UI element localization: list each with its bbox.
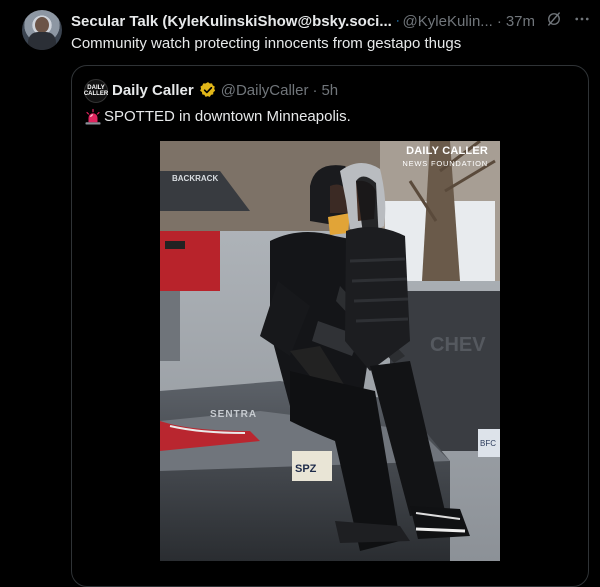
- photo-watermark: DAILY CALLER NEWS FOUNDATION: [402, 145, 488, 168]
- tweet-text: Community watch protecting innocents fro…: [71, 35, 462, 52]
- siren-emoji-icon: [85, 108, 101, 125]
- quoted-author-avatar[interactable]: DAILY CALLER: [84, 79, 108, 103]
- tweet[interactable]: Secular Talk (KyleKulinskiShow@bsky.soci…: [0, 0, 600, 587]
- author-handle[interactable]: @KyleKulin...: [403, 13, 493, 30]
- verified-gold-badge-icon: [199, 82, 215, 97]
- tweet-time[interactable]: 37m: [506, 13, 535, 30]
- quoted-tweet[interactable]: DAILY CALLER Daily Caller @DailyCaller ·…: [71, 65, 589, 587]
- quoted-tweet-photo[interactable]: BACKRACK CHEV BFC SENTRA SPZ DAILY CALLE…: [160, 141, 500, 561]
- quoted-author-name[interactable]: Daily Caller: [112, 82, 194, 99]
- grok-icon[interactable]: [545, 10, 563, 32]
- quoted-author-handle[interactable]: @DailyCaller: [221, 82, 309, 99]
- plate-left-text: SPZ: [295, 463, 317, 475]
- quoted-tweet-text: SPOTTED in downtown Minneapolis.: [104, 108, 351, 125]
- quoted-tweet-header: Daily Caller @DailyCaller · 5h: [112, 81, 338, 99]
- author-avatar[interactable]: [22, 10, 62, 50]
- quoted-tweet-time[interactable]: 5h: [321, 82, 338, 99]
- separator-dot: ·: [496, 12, 502, 30]
- plate-right-text: BFC: [480, 439, 496, 448]
- more-icon[interactable]: [573, 10, 591, 32]
- author-name[interactable]: Secular Talk (KyleKulinskiShow@bsky.soci…: [71, 13, 392, 30]
- truck-brand-text: CHEV: [430, 334, 486, 356]
- quoted-separator-dot: ·: [312, 81, 318, 99]
- watermark-line2: NEWS FOUNDATION: [402, 159, 488, 168]
- watermark-line1: DAILY CALLER: [406, 145, 488, 157]
- verified-badge-icon: [396, 20, 399, 22]
- tweet-header: Secular Talk (KyleKulinskiShow@bsky.soci…: [71, 11, 591, 31]
- car-model-text: SENTRA: [210, 409, 257, 420]
- rack-text: BACKRACK: [172, 174, 218, 183]
- quoted-avatar-text: DAILY CALLER: [83, 85, 109, 97]
- photo-scene: BACKRACK CHEV BFC SENTRA SPZ: [160, 141, 500, 561]
- quoted-tweet-text-row: SPOTTED in downtown Minneapolis.: [84, 107, 351, 127]
